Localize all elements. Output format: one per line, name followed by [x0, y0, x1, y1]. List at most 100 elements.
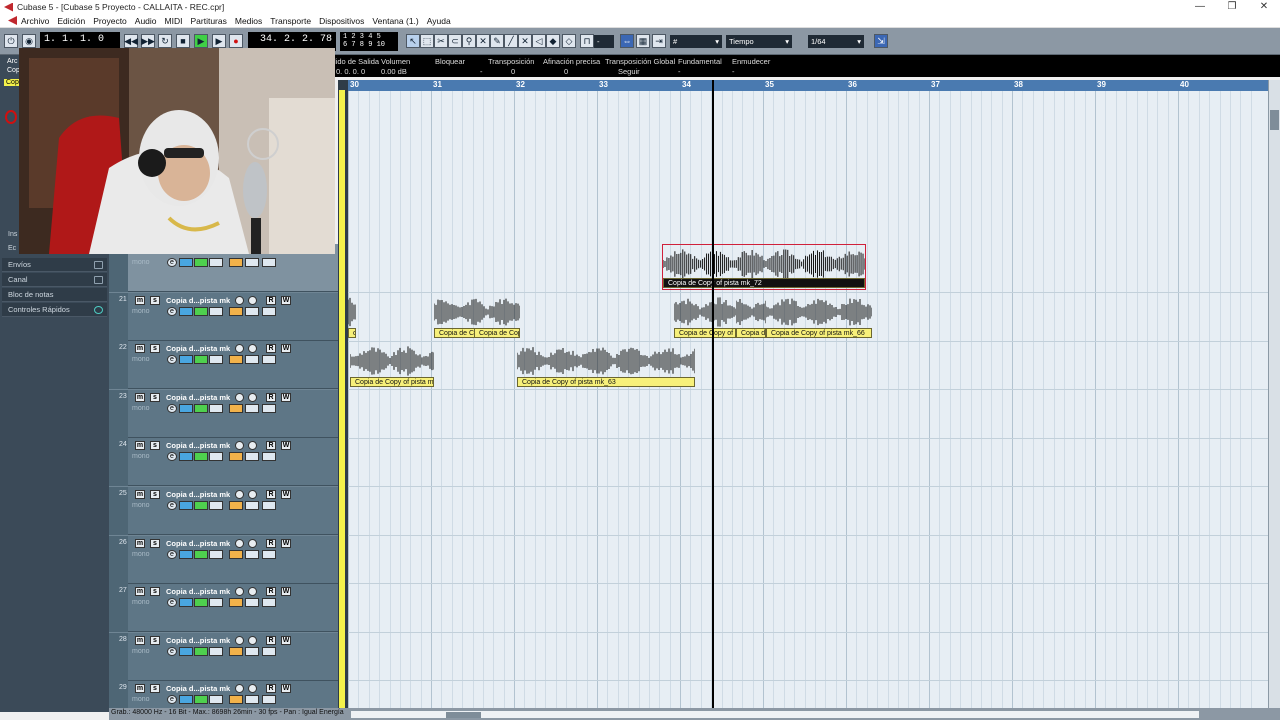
menu-partituras[interactable]: Partituras [190, 16, 226, 26]
solo-button[interactable]: s [150, 344, 160, 354]
meter-icon[interactable] [262, 695, 276, 705]
info-value-finetune[interactable]: 0 [564, 67, 568, 76]
folder-icon[interactable] [245, 501, 259, 510]
music-note-icon[interactable] [229, 403, 243, 413]
lane-icon[interactable] [209, 598, 223, 608]
audio-event[interactable]: Copia de Copy of pista mk_ [674, 293, 736, 339]
input-icon[interactable] [179, 501, 193, 510]
menu-transporte[interactable]: Transporte [270, 16, 311, 26]
track-name[interactable]: Copia d...pista mk [166, 393, 230, 402]
arrange-window[interactable]: Copia de Copy of pista mk_72 Copia de Cop… [348, 91, 1268, 708]
speaker-icon[interactable] [248, 684, 257, 694]
lane-icon[interactable] [209, 355, 223, 365]
music-note-icon[interactable] [229, 501, 243, 510]
write-automation-button[interactable]: W [281, 587, 291, 597]
mute-button[interactable]: m [135, 490, 145, 499]
folder-icon[interactable] [245, 403, 259, 413]
menu-proyecto[interactable]: Proyecto [93, 16, 127, 26]
rewind-button[interactable]: ◀◀ [124, 34, 138, 48]
power-icon[interactable]: ⏻ [4, 34, 18, 48]
lane-icon[interactable] [209, 306, 223, 316]
erase-tool-icon[interactable]: ✕ [476, 34, 490, 48]
menu-dispositivos[interactable]: Dispositivos [319, 16, 364, 26]
edit-channel-button[interactable]: e [167, 598, 177, 608]
play-button[interactable]: ▶ [194, 34, 208, 48]
read-automation-button[interactable]: R [266, 490, 276, 499]
info-value-mute[interactable]: - [732, 67, 735, 76]
solo-button[interactable]: s [150, 490, 160, 499]
audio-event[interactable]: Copia de Copy of pista mk_63 [517, 342, 695, 388]
record-button[interactable]: ● [229, 34, 243, 48]
vertical-scroll-thumb[interactable] [1270, 110, 1279, 130]
info-value-root[interactable]: - [678, 67, 681, 76]
meter-icon[interactable] [262, 549, 276, 559]
edit-channel-button[interactable]: e [167, 646, 177, 656]
monitor-icon[interactable] [235, 587, 244, 597]
mute-button[interactable]: m [135, 587, 145, 597]
solo-button[interactable]: s [150, 441, 160, 451]
speaker-icon[interactable] [248, 538, 257, 548]
monitor-icon[interactable] [235, 684, 244, 694]
audio-event[interactable]: Copia de Copy of pista mk_ [736, 293, 766, 339]
folder-icon[interactable] [245, 306, 259, 316]
glue-tool-icon[interactable]: ⊂ [448, 34, 462, 48]
track-name[interactable]: Copia d...pista mk [166, 684, 230, 693]
music-note-icon[interactable] [229, 695, 243, 705]
menu-audio[interactable]: Audio [135, 16, 157, 26]
speaker-icon[interactable] [248, 344, 257, 354]
track-header[interactable]: 26 m s Copia d...pista mk R Wmono e [109, 535, 338, 584]
menu-ventana[interactable]: Ventana (1.) [372, 16, 418, 26]
stop-button[interactable]: ■ [176, 34, 190, 48]
folder-icon[interactable] [245, 355, 259, 365]
cycle-button[interactable]: ↻ [158, 34, 172, 48]
line-tool-icon[interactable]: ╱ [504, 34, 518, 48]
track-header[interactable]: 23 m s Copia d...pista mk R Wmono e [109, 389, 338, 438]
horizontal-scroll-thumb[interactable] [446, 712, 481, 718]
music-note-icon[interactable] [229, 258, 243, 267]
lane-icon[interactable] [209, 403, 223, 413]
edit-channel-button[interactable]: e [167, 695, 177, 705]
monitor-icon[interactable] [235, 441, 244, 451]
inspector-quick-controls-row[interactable]: Controles Rápidos [2, 303, 107, 317]
lane-icon[interactable] [209, 452, 223, 462]
output-icon[interactable] [194, 452, 208, 462]
music-note-icon[interactable] [229, 549, 243, 559]
meter-icon[interactable] [262, 355, 276, 365]
input-icon[interactable] [179, 549, 193, 559]
snap-type-icon[interactable]: ⊓ [580, 34, 594, 48]
menu-medios[interactable]: Medios [235, 16, 262, 26]
speaker-icon[interactable] [248, 441, 257, 451]
monitor-icon[interactable] [235, 635, 244, 645]
meter-icon[interactable] [262, 258, 276, 267]
track-header[interactable]: 27 m s Copia d...pista mk R Wmono e [109, 584, 338, 633]
music-note-icon[interactable] [229, 646, 243, 656]
monitor-icon[interactable] [235, 295, 244, 305]
solo-button[interactable]: s [150, 392, 160, 402]
selected-audio-event[interactable]: Copia de Copy of pista mk_72 [662, 244, 866, 290]
folder-icon[interactable] [245, 695, 259, 705]
inspector-channel-row[interactable]: Canal [2, 273, 107, 287]
edit-channel-button[interactable]: e [167, 452, 177, 462]
speaker-icon[interactable] [248, 295, 257, 305]
inspector-tab-fragment[interactable]: Arc [7, 58, 18, 65]
vertical-scrollbar[interactable] [1268, 80, 1280, 708]
playback-cursor[interactable] [712, 80, 714, 708]
write-automation-button[interactable]: W [281, 490, 291, 499]
speaker-icon[interactable] [248, 587, 257, 597]
range-tool-icon[interactable]: ⬚ [420, 34, 434, 48]
monitor-icon[interactable] [235, 490, 244, 499]
folder-icon[interactable] [245, 258, 259, 267]
speaker-icon[interactable] [248, 635, 257, 645]
inspector-inserts-fragment[interactable]: Ins [8, 231, 17, 238]
menu-midi[interactable]: MIDI [165, 16, 183, 26]
autoscroll-icon[interactable]: ⇥ [652, 34, 666, 48]
meter-icon[interactable] [262, 452, 276, 462]
meter-icon[interactable] [262, 598, 276, 608]
track-name[interactable]: Copia d...pista mk [166, 296, 230, 305]
input-icon[interactable] [179, 258, 193, 267]
snap-dropdown[interactable]: - [594, 35, 614, 48]
output-icon[interactable] [194, 355, 208, 365]
play-green-button[interactable]: ▶ [212, 34, 226, 48]
read-automation-button[interactable]: R [266, 587, 276, 597]
input-icon[interactable] [179, 306, 193, 316]
